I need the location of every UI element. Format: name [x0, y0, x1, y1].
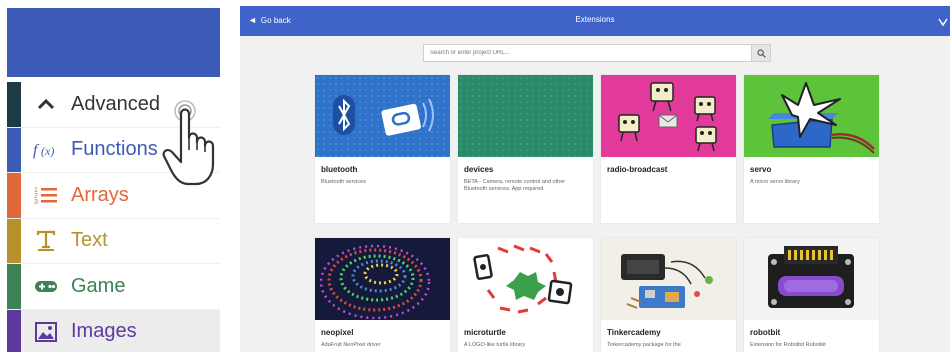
- toolbox-panel: Advanced f(x) Functions 123 Arrays Text: [0, 0, 228, 352]
- category-label: Text: [71, 229, 108, 252]
- category-color-stripe: [7, 218, 21, 263]
- extensions-topbar: ◄ Go back Extensions: [240, 6, 950, 36]
- extension-description: BETA - Camera, remote control and other …: [464, 179, 566, 193]
- help-icon[interactable]: [938, 14, 948, 27]
- category-color-stripe: [7, 173, 21, 218]
- category-label: Arrays: [71, 183, 129, 206]
- extension-card-neopixel[interactable]: neopixel AdaFruit NeoPixel driver: [315, 238, 450, 352]
- function-icon: f (x): [33, 137, 59, 163]
- category-color-stripe: [7, 82, 21, 127]
- extension-description: Tinkercademy package for the: [607, 342, 681, 348]
- category-color-stripe: [7, 264, 21, 309]
- image-icon: [33, 319, 59, 345]
- extension-name: radio-broadcast: [607, 165, 668, 174]
- extension-name: devices: [464, 165, 494, 174]
- extensions-dialog: ◄ Go back Extensions Search or enter pro…: [240, 6, 950, 352]
- servo-thumbnail: [744, 75, 879, 157]
- chevron-up-icon: [33, 91, 59, 117]
- extension-name: bluetooth: [321, 165, 358, 174]
- robotbit-thumbnail: [744, 238, 879, 320]
- category-label: Advanced: [71, 92, 160, 115]
- extension-name: servo: [750, 165, 772, 174]
- category-text[interactable]: Text: [7, 218, 220, 264]
- hand-pointer-icon: [160, 98, 234, 190]
- toolbox-header: [7, 8, 220, 77]
- neopixel-thumbnail: [315, 238, 450, 320]
- search-input[interactable]: [423, 44, 751, 62]
- category-label: Functions: [71, 138, 158, 161]
- devices-thumbnail: [458, 75, 593, 157]
- extension-description: Bluetooth services: [321, 179, 366, 185]
- extension-card-bluetooth[interactable]: bluetooth Bluetooth services: [315, 75, 450, 223]
- bluetooth-thumbnail: [315, 75, 450, 157]
- extension-description: Extension for Robotbit Robotkit: [750, 342, 826, 348]
- category-color-stripe: [7, 127, 21, 172]
- category-game[interactable]: Game: [7, 264, 220, 310]
- svg-text:(x): (x): [41, 144, 54, 158]
- search-button[interactable]: [751, 44, 771, 62]
- extension-name: Tinkercademy: [607, 328, 661, 337]
- category-images[interactable]: Images: [7, 309, 220, 352]
- extension-name: microturtle: [464, 328, 506, 337]
- search-bar: [423, 44, 771, 62]
- extension-card-servo[interactable]: servo A micro servo library: [744, 75, 879, 223]
- extension-card-radio-broadcast[interactable]: radio-broadcast: [601, 75, 736, 223]
- text-icon: [33, 228, 59, 254]
- category-label: Game: [71, 274, 126, 297]
- extension-card-microturtle[interactable]: microturtle A LOGO-like turtle library: [458, 238, 593, 352]
- category-label: Images: [71, 320, 137, 343]
- extension-card-devices[interactable]: devices BETA - Camera, remote control an…: [458, 75, 593, 223]
- category-color-stripe: [7, 309, 21, 352]
- extension-name: robotbit: [750, 328, 781, 337]
- extension-description: AdaFruit NeoPixel driver: [321, 342, 381, 348]
- radio-broadcast-thumbnail: [601, 75, 736, 157]
- gamepad-icon: [33, 273, 59, 299]
- extension-name: neopixel: [321, 328, 354, 337]
- list-icon: 123: [33, 182, 59, 208]
- extension-description: A LOGO-like turtle library: [464, 342, 526, 348]
- search-icon: [756, 48, 766, 58]
- microturtle-thumbnail: [458, 238, 593, 320]
- dialog-title: Extensions: [575, 15, 615, 24]
- extension-description: A micro servo library: [750, 179, 800, 185]
- extension-description: [601, 174, 736, 179]
- svg-text:3: 3: [34, 199, 38, 205]
- svg-text:f: f: [33, 142, 40, 159]
- extension-card-tinkercademy[interactable]: Tinkercademy Tinkercademy package for th…: [601, 238, 736, 352]
- extension-card-robotbit[interactable]: robotbit Extension for Robotbit Robotkit: [744, 238, 879, 352]
- tinkercademy-thumbnail: [601, 238, 736, 320]
